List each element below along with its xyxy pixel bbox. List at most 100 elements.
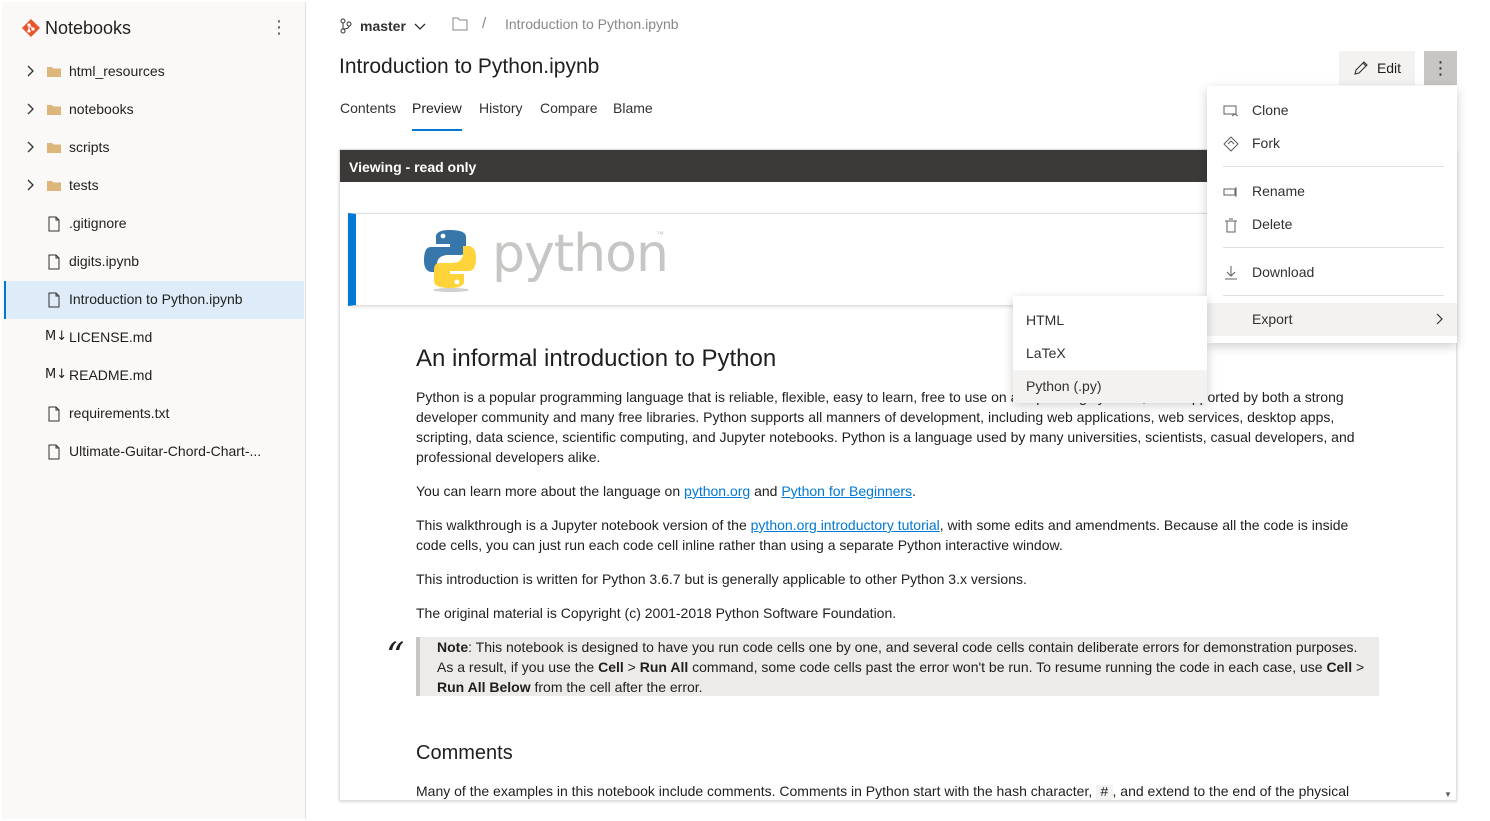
menu-item-rename[interactable]: Rename bbox=[1207, 175, 1457, 208]
branch-name: master bbox=[360, 18, 406, 34]
menu-item-delete[interactable]: Delete bbox=[1207, 208, 1457, 241]
link-tutorial[interactable]: python.org introductory tutorial bbox=[751, 517, 940, 533]
folder-icon bbox=[47, 67, 61, 77]
submenu-item-label: Python (.py) bbox=[1026, 378, 1102, 394]
download-icon bbox=[1225, 266, 1237, 280]
folder-icon bbox=[47, 181, 61, 191]
breadcrumb-file[interactable]: Introduction to Python.ipynb bbox=[505, 16, 679, 32]
tab-contents[interactable]: Contents bbox=[340, 100, 396, 116]
paragraph: This walkthrough is a Jupyter notebook v… bbox=[416, 517, 1349, 553]
trademark: ™ bbox=[656, 230, 664, 239]
menu-item-label: Fork bbox=[1252, 135, 1280, 151]
scroll-down-icon[interactable]: ▼ bbox=[1444, 790, 1452, 799]
submenu-item-label: LaTeX bbox=[1026, 345, 1066, 361]
edit-button[interactable]: Edit bbox=[1339, 51, 1415, 85]
branch-icon bbox=[340, 18, 352, 34]
menu-item-fork[interactable]: Fork bbox=[1207, 127, 1457, 160]
menu-divider bbox=[1223, 247, 1444, 248]
more-vertical-icon: ⋮ bbox=[1431, 57, 1450, 78]
tab-blame[interactable]: Blame bbox=[613, 100, 653, 116]
menu-divider bbox=[1223, 166, 1444, 167]
paragraph: This introduction is written for Python … bbox=[416, 571, 1027, 587]
tree-item-label: digits.ipynb bbox=[69, 253, 140, 269]
tree-item-requirements[interactable]: requirements.txt bbox=[4, 395, 304, 433]
export-python[interactable]: Python (.py) bbox=[1013, 370, 1207, 403]
export-submenu: HTML LaTeX Python (.py) bbox=[1013, 296, 1207, 403]
trash-icon bbox=[1225, 218, 1237, 233]
folder-icon bbox=[47, 105, 61, 115]
tree-item-license[interactable]: M↓ LICENSE.md bbox=[4, 319, 304, 357]
sidebar-header: Notebooks ⋮ bbox=[2, 2, 305, 52]
tab-compare[interactable]: Compare bbox=[540, 100, 598, 116]
tree-item-label: README.md bbox=[69, 367, 153, 383]
tree-item-scripts[interactable]: scripts bbox=[4, 129, 304, 167]
tree-item-guitar-chord-chart[interactable]: Ultimate-Guitar-Chord-Chart-... bbox=[4, 433, 304, 471]
export-latex[interactable]: LaTeX bbox=[1013, 337, 1207, 370]
tree-item-readme[interactable]: M↓ README.md bbox=[4, 357, 304, 395]
more-actions-button[interactable]: ⋮ bbox=[1424, 51, 1457, 85]
menu-item-label: Download bbox=[1252, 264, 1315, 280]
file-icon bbox=[48, 254, 60, 270]
tree-item-label: .gitignore bbox=[69, 215, 127, 231]
menu-item-export[interactable]: Export bbox=[1207, 303, 1457, 336]
tab-preview[interactable]: Preview bbox=[412, 100, 462, 116]
clone-icon bbox=[1223, 105, 1239, 117]
sidebar: Notebooks ⋮ html_resources notebooks scr… bbox=[2, 2, 306, 819]
tree-item-tests[interactable]: tests bbox=[4, 167, 304, 205]
paragraph: Many of the examples in this notebook in… bbox=[416, 783, 1350, 801]
folder-outline-icon[interactable] bbox=[452, 17, 468, 31]
more-vertical-icon[interactable]: ⋮ bbox=[270, 16, 288, 38]
pencil-icon bbox=[1354, 61, 1368, 75]
chevron-right-icon[interactable] bbox=[24, 64, 38, 78]
tree-item-introduction-to-python[interactable]: Introduction to Python.ipynb bbox=[4, 281, 304, 319]
heading-intro: An informal introduction to Python bbox=[416, 345, 777, 372]
menu-item-label: Export bbox=[1252, 311, 1293, 327]
chevron-down-icon bbox=[414, 23, 426, 30]
tree-item-notebooks[interactable]: notebooks bbox=[4, 91, 304, 129]
menu-item-label: Clone bbox=[1252, 102, 1289, 118]
sidebar-title: Notebooks bbox=[45, 18, 132, 38]
folder-icon bbox=[47, 143, 61, 153]
tree-item-label: Ultimate-Guitar-Chord-Chart-... bbox=[69, 443, 262, 459]
note-blockquote: Note: This notebook is designed to have … bbox=[416, 637, 1379, 696]
python-logo-icon bbox=[424, 230, 476, 292]
link-python-beginners[interactable]: Python for Beginners bbox=[781, 483, 912, 499]
tree-item-label: requirements.txt bbox=[69, 405, 170, 421]
chevron-right-icon[interactable] bbox=[24, 178, 38, 192]
tree-item-label: notebooks bbox=[69, 101, 134, 117]
git-logo-icon bbox=[22, 19, 40, 37]
export-html[interactable]: HTML bbox=[1013, 304, 1207, 337]
markdown-icon: M↓ bbox=[45, 367, 68, 382]
paragraph: The original material is Copyright (c) 2… bbox=[416, 605, 897, 621]
tree-item-label: tests bbox=[69, 177, 99, 193]
file-icon bbox=[48, 444, 60, 460]
breadcrumb-separator: / bbox=[482, 15, 487, 32]
paragraph: Python is a popular programming language… bbox=[416, 389, 1355, 465]
quote-icon: “ bbox=[386, 636, 405, 677]
tree-item-label: scripts bbox=[69, 139, 110, 155]
link-python-org[interactable]: python.org bbox=[684, 483, 750, 499]
edit-button-label: Edit bbox=[1376, 60, 1402, 76]
inline-code: # bbox=[1096, 785, 1113, 800]
markdown-icon: M↓ bbox=[45, 329, 68, 344]
submenu-item-label: HTML bbox=[1026, 312, 1065, 328]
tree-item-label: Introduction to Python.ipynb bbox=[69, 291, 243, 307]
branch-selector[interactable]: master bbox=[340, 16, 426, 36]
menu-item-label: Delete bbox=[1252, 216, 1293, 232]
tree-item-digits[interactable]: digits.ipynb bbox=[4, 243, 304, 281]
fork-icon bbox=[1223, 136, 1239, 152]
python-wordmark: python bbox=[492, 224, 669, 284]
tree-item-gitignore[interactable]: .gitignore bbox=[4, 205, 304, 243]
menu-divider bbox=[1223, 295, 1444, 296]
file-icon bbox=[48, 292, 60, 308]
active-tab-indicator bbox=[412, 129, 462, 131]
more-actions-menu: Clone Fork Rename Delete Download Export bbox=[1207, 86, 1457, 343]
menu-item-download[interactable]: Download bbox=[1207, 256, 1457, 289]
tree-item-html-resources[interactable]: html_resources bbox=[4, 53, 304, 91]
menu-item-label: Rename bbox=[1252, 183, 1305, 199]
chevron-right-icon[interactable] bbox=[24, 102, 38, 116]
tab-history[interactable]: History bbox=[479, 100, 523, 116]
tree-item-label: html_resources bbox=[69, 63, 165, 79]
menu-item-clone[interactable]: Clone bbox=[1207, 94, 1457, 127]
chevron-right-icon[interactable] bbox=[24, 140, 38, 154]
